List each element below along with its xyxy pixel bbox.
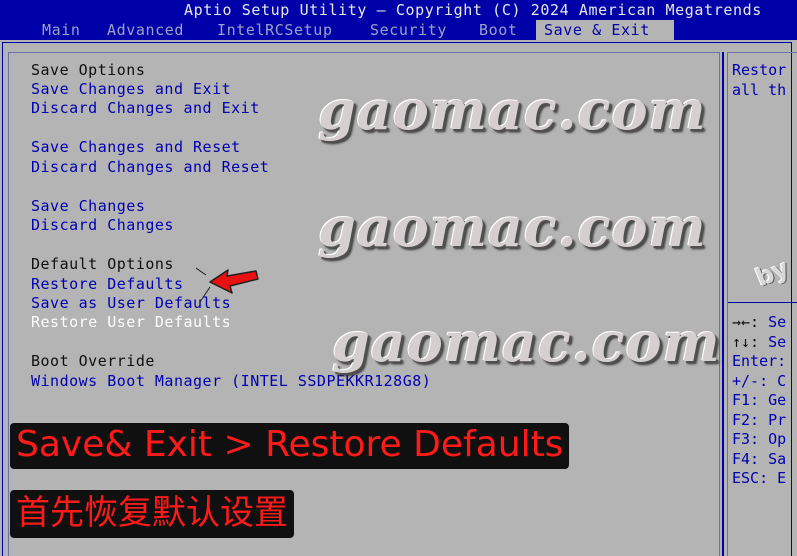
key-enter: Enter: — [732, 352, 787, 370]
tab-save-exit[interactable]: Save & Exit — [536, 20, 674, 40]
key-f1: F1: — [732, 391, 760, 409]
help-description: Restor all th — [732, 61, 786, 100]
key-arrows-ud: ↑↓: — [732, 332, 760, 351]
key-esc: ESC: — [732, 469, 769, 487]
key-hint: ESC: E — [732, 469, 787, 487]
discard-changes-and-reset[interactable]: Discard Changes and Reset — [31, 158, 269, 176]
restore-defaults[interactable]: Restore Defaults — [31, 275, 184, 293]
key-hint: Enter: — [732, 352, 786, 372]
by-watermark: by — [751, 253, 793, 293]
arrow-shape — [209, 269, 259, 294]
pointer-tick — [196, 267, 207, 276]
panel-divider — [722, 52, 724, 556]
save-changes-and-reset[interactable]: Save Changes and Reset — [31, 138, 241, 156]
key-f4: F4: — [732, 449, 760, 468]
key-hint: F3: Op — [732, 430, 787, 448]
key-hint: F2: Pr — [732, 410, 787, 429]
tab-security[interactable]: Security — [366, 20, 451, 40]
save-changes-and-exit[interactable]: Save Changes and Exit — [31, 80, 231, 98]
red-arrow-annotation — [196, 267, 259, 303]
discard-changes-and-exit[interactable]: Discard Changes and Exit — [31, 99, 260, 117]
save-changes[interactable]: Save Changes — [31, 197, 145, 215]
key-hint: ↑↓: Se — [732, 332, 787, 351]
help-line: Restor — [732, 61, 787, 79]
key-f3: F3: — [732, 430, 760, 448]
tab-advanced[interactable]: Advanced — [103, 20, 188, 40]
discard-changes[interactable]: Discard Changes — [31, 216, 174, 234]
save-options-header: Save Options — [31, 61, 146, 79]
tab-main[interactable]: Main — [38, 20, 85, 40]
pointer-tick — [199, 286, 211, 303]
boot-override-device[interactable]: Windows Boot Manager (INTEL SSDPEKKR128G… — [31, 372, 431, 390]
default-options-header: Default Options — [31, 255, 174, 273]
help-panel: Restor all th by →←: Se ↑↓: Se Enter: +/… — [727, 52, 797, 556]
watermark: gaomac.com — [318, 195, 707, 259]
key-hint: →←: Se — [732, 313, 787, 331]
key-hint: F4: Sa — [732, 449, 787, 468]
tab-intelrcsetup[interactable]: IntelRCSetup — [213, 20, 337, 40]
boot-override-header: Boot Override — [31, 352, 155, 370]
help-separator — [728, 302, 797, 303]
title-bar: Aptio Setup Utility – Copyright (C) 2024… — [0, 0, 797, 40]
watermark: gaomac.com — [318, 78, 707, 142]
annotation-banner-chinese: 首先恢复默认设置 — [10, 490, 294, 538]
key-hint: +/-: C — [732, 371, 787, 390]
key-f2: F2: — [732, 410, 760, 429]
key-legend: →←: Se ↑↓: Se Enter: +/-: C F1: Ge F2: P… — [732, 313, 786, 489]
watermark: gaomac.com — [332, 310, 721, 374]
app-title: Aptio Setup Utility – Copyright (C) 2024… — [184, 1, 762, 19]
annotation-banner: Save& Exit > Restore Defaults — [10, 423, 570, 469]
help-line: all th — [732, 80, 787, 99]
tab-boot[interactable]: Boot — [475, 20, 522, 40]
restore-user-defaults[interactable]: Restore User Defaults — [31, 313, 231, 331]
key-plus-minus: +/-: — [732, 371, 769, 390]
key-hint: F1: Ge — [732, 391, 787, 409]
key-arrows-lr: →←: — [732, 313, 760, 331]
